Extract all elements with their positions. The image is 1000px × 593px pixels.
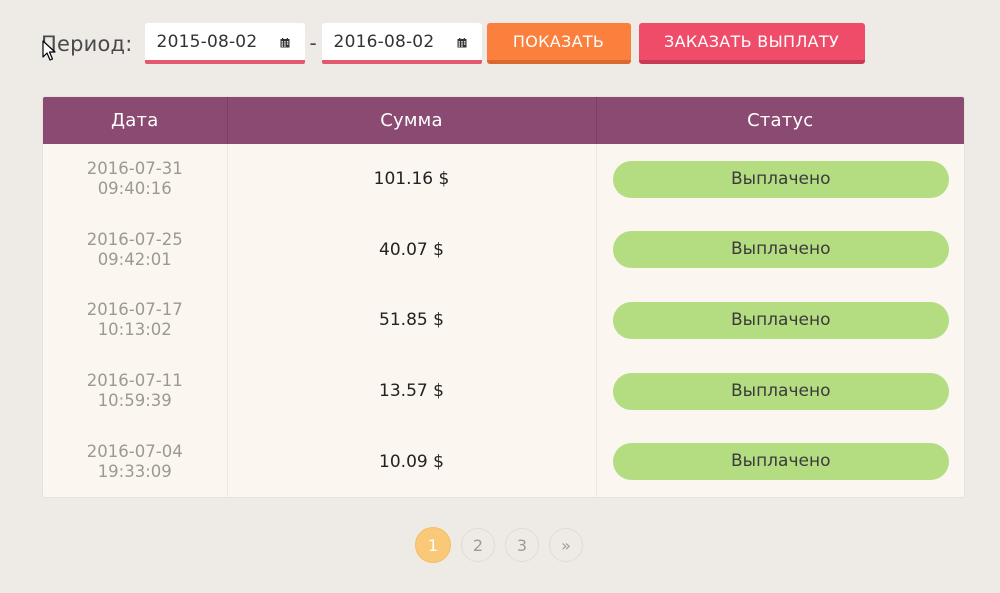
sum-cell: 101.16 $ — [227, 144, 597, 215]
sum-cell: 13.57 $ — [227, 355, 597, 427]
date-cell: 2016-07-17 10:13:02 — [43, 285, 228, 356]
date-to-value[interactable]: 2016-08-02 — [334, 32, 435, 52]
date-range-separator: - — [309, 31, 317, 55]
next-page-button[interactable]: » — [549, 528, 583, 562]
period-filter-bar: Период: 2015-08-02 - 2016-08-02 ПОКАЗАТЬ… — [41, 23, 865, 65]
date-cell: 2016-07-25 09:42:01 — [43, 214, 228, 286]
date-from-input[interactable]: 2015-08-02 — [144, 23, 305, 64]
page-3-button[interactable]: 3 — [505, 528, 539, 562]
status-cell: Выплачено — [596, 144, 964, 215]
status-badge: Выплачено — [612, 160, 949, 198]
table-row: 2016-07-31 09:40:16 101.16 $ Выплачено — [43, 144, 964, 215]
row-date: 2016-07-25 — [86, 229, 183, 249]
status-badge: Выплачено — [612, 301, 949, 339]
status-cell: Выплачено — [596, 356, 964, 427]
table-row: 2016-07-25 09:42:01 40.07 $ Выплачено — [43, 214, 964, 286]
date-cell: 2016-07-31 09:40:16 — [43, 144, 228, 215]
page-1-button[interactable]: 1 — [415, 527, 451, 563]
mouse-pointer-icon — [42, 40, 56, 61]
page-2-button[interactable]: 2 — [461, 528, 495, 562]
row-time: 09:42:01 — [97, 249, 172, 269]
sum-cell: 51.85 $ — [227, 285, 597, 356]
sum-cell: 40.07 $ — [227, 214, 597, 286]
payouts-table: Дата Сумма Статус 2016-07-31 09:40:16 10… — [42, 96, 965, 498]
date-to-input[interactable]: 2016-08-02 — [321, 23, 482, 64]
status-badge: Выплачено — [612, 372, 949, 410]
calendar-icon[interactable] — [457, 37, 467, 48]
date-cell: 2016-07-11 10:59:39 — [43, 355, 228, 427]
calendar-icon[interactable] — [280, 37, 290, 48]
status-badge: Выплачено — [612, 231, 949, 269]
date-cell: 2016-07-04 19:33:09 — [43, 426, 228, 497]
column-header-date: Дата — [43, 97, 228, 144]
status-cell: Выплачено — [596, 426, 964, 497]
row-time: 09:40:16 — [97, 179, 172, 199]
status-badge: Выплачено — [612, 443, 949, 481]
row-time: 19:33:09 — [97, 461, 172, 481]
pagination: 1 2 3 » — [415, 527, 593, 563]
show-button[interactable]: ПОКАЗАТЬ — [486, 23, 631, 64]
sum-cell: 10.09 $ — [227, 426, 597, 497]
table-row: 2016-07-17 10:13:02 51.85 $ Выплачено — [43, 285, 964, 356]
order-payout-button[interactable]: ЗАКАЗАТЬ ВЫПЛАТУ — [638, 23, 865, 64]
status-cell: Выплачено — [596, 285, 964, 356]
row-time: 10:59:39 — [97, 391, 172, 411]
row-date: 2016-07-04 — [86, 441, 183, 461]
row-time: 10:13:02 — [97, 320, 172, 340]
table-row: 2016-07-11 10:59:39 13.57 $ Выплачено — [43, 355, 964, 427]
row-date: 2016-07-31 — [86, 159, 183, 179]
date-from-value[interactable]: 2015-08-02 — [157, 32, 258, 52]
row-date: 2016-07-17 — [86, 300, 183, 320]
table-row: 2016-07-04 19:33:09 10.09 $ Выплачено — [43, 426, 964, 497]
column-header-sum: Сумма — [227, 97, 597, 144]
column-header-status: Статус — [596, 97, 964, 144]
table-header-row: Дата Сумма Статус — [43, 97, 964, 144]
status-cell: Выплачено — [596, 215, 964, 286]
row-date: 2016-07-11 — [86, 371, 183, 391]
